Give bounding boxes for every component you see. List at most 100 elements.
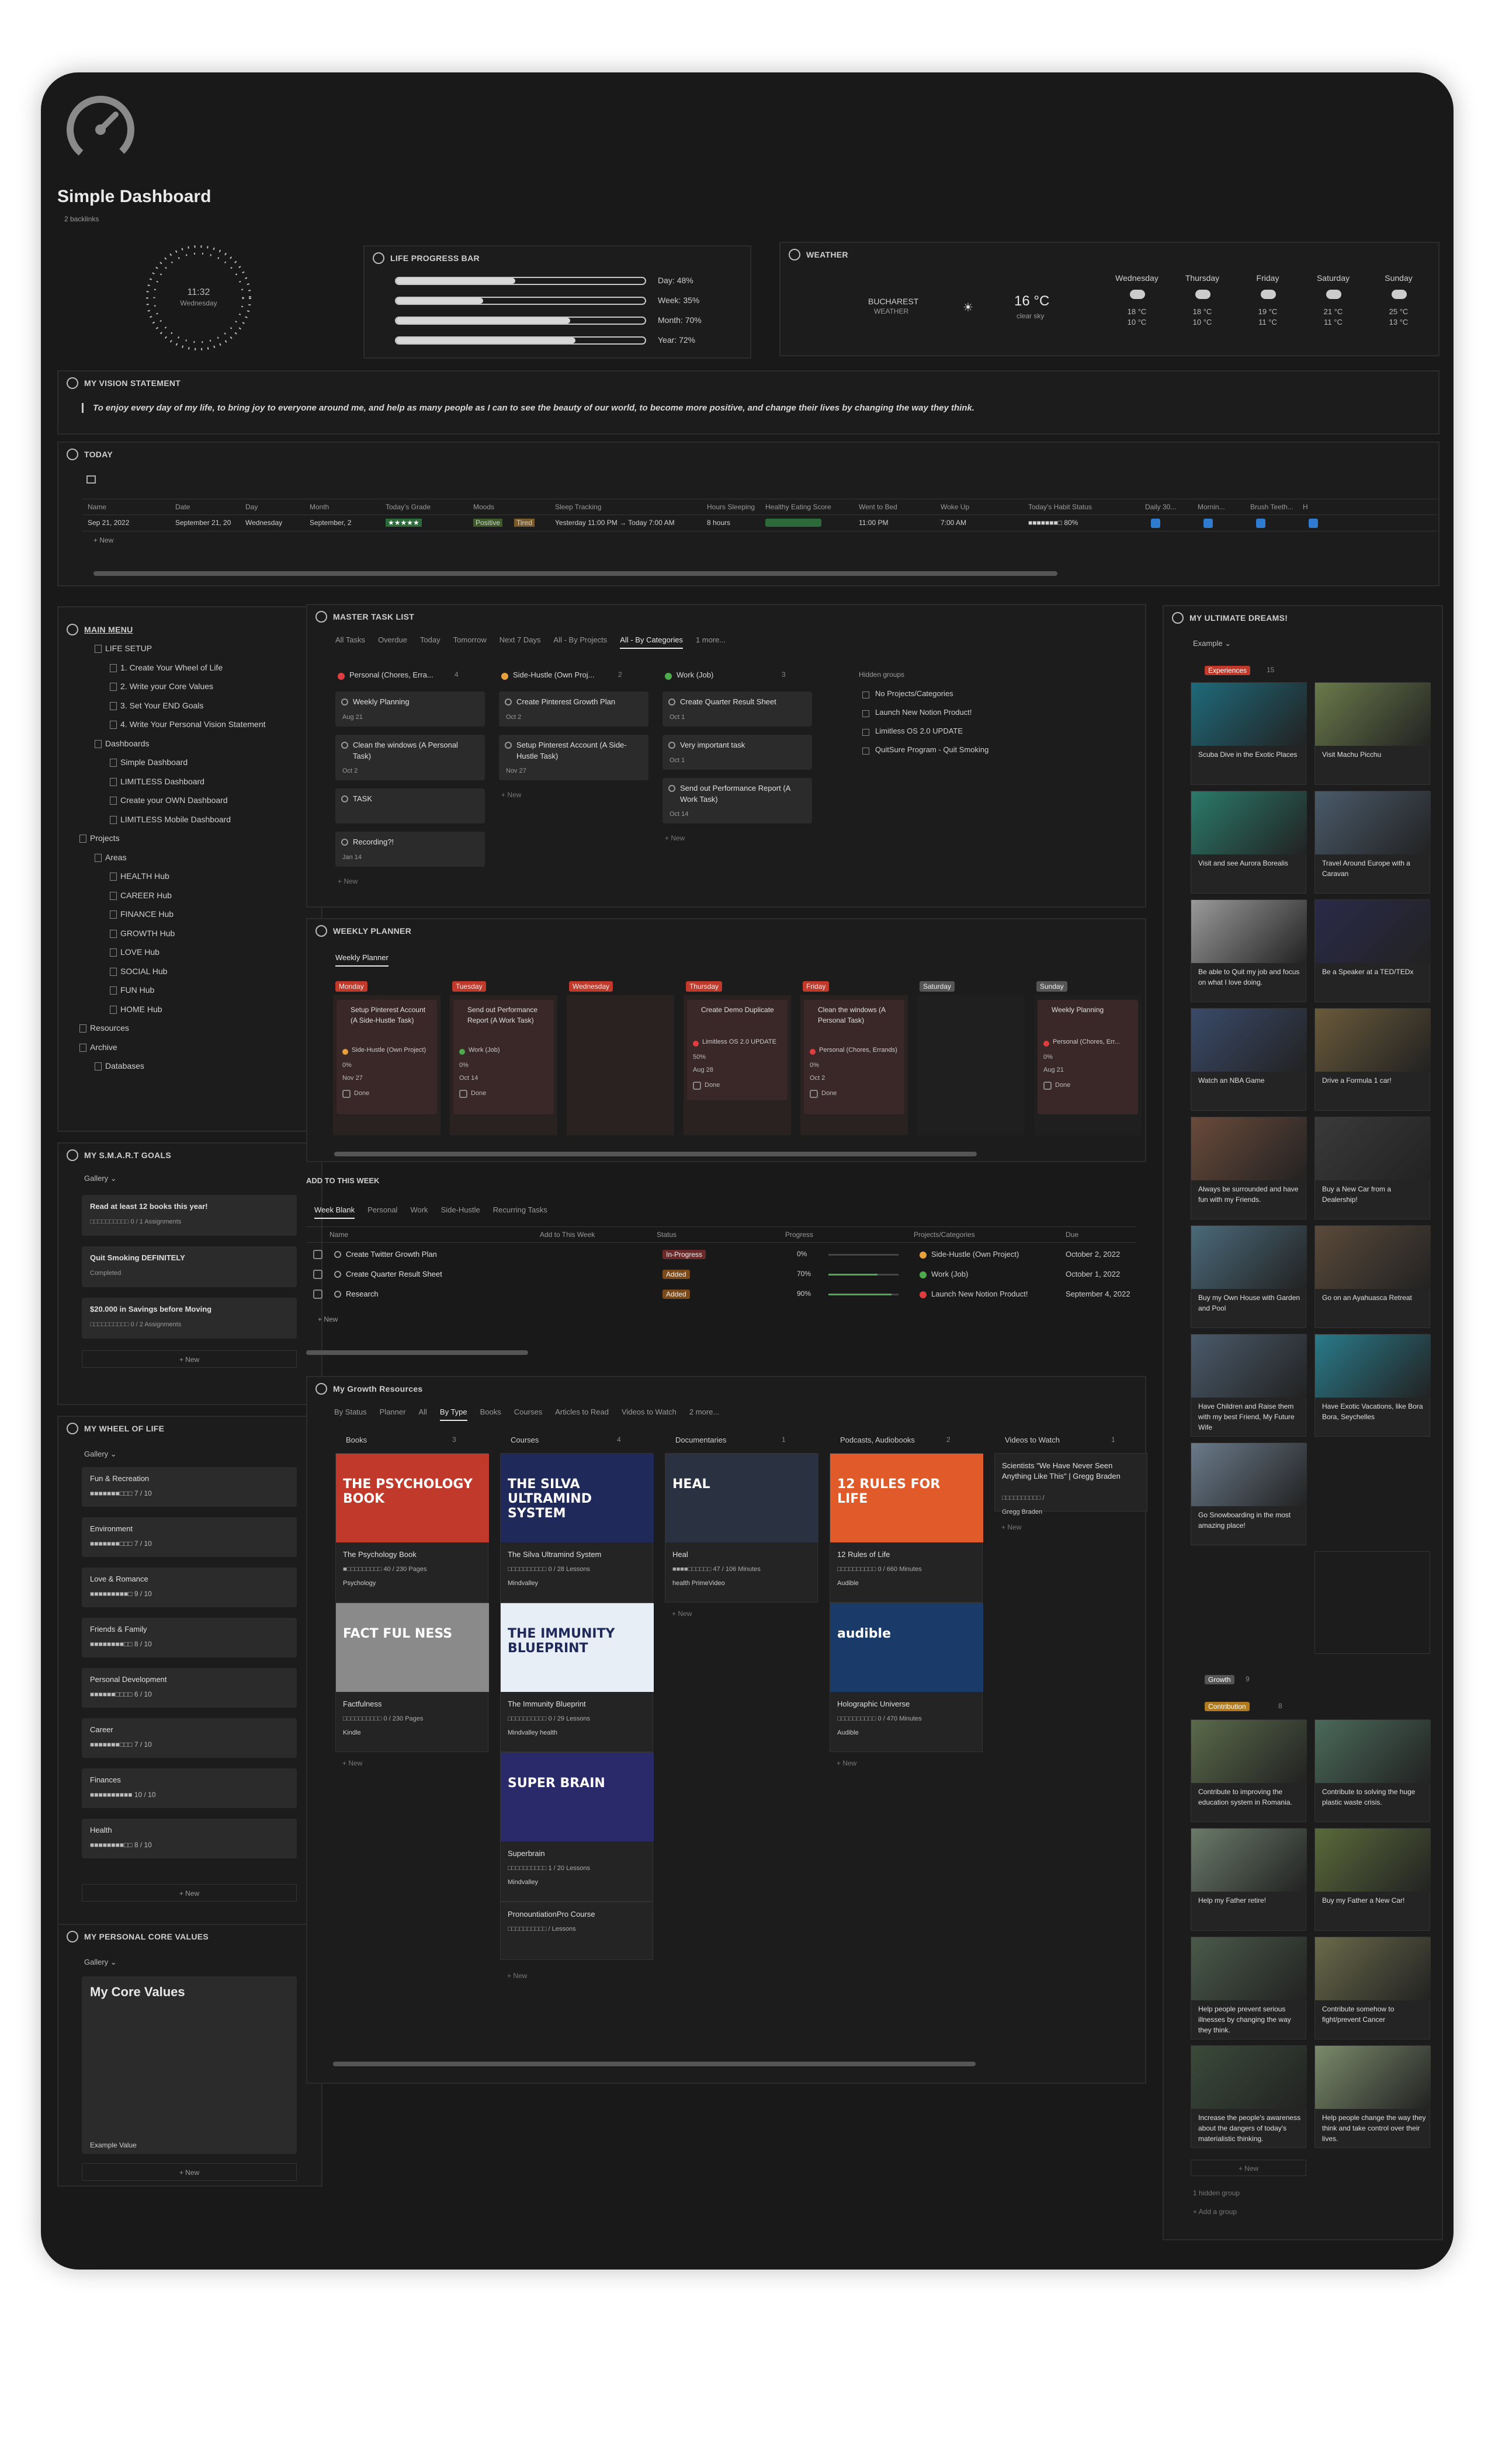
new-task-button[interactable]: + New: [338, 877, 358, 885]
planner-card[interactable]: Weekly Planning Personal (Chores, Err... 0…: [1038, 1000, 1138, 1114]
growth-tab-5[interactable]: Courses: [514, 1407, 542, 1421]
core-values-card[interactable]: My Core Values Example Value: [82, 1976, 297, 2154]
goal-card[interactable]: Read at least 12 books this year! □□□□□□□…: [82, 1195, 297, 1236]
menu-item-2[interactable]: 2. Write your Core Values: [120, 682, 213, 691]
dream-card[interactable]: Help people prevent serious illnesses by…: [1191, 1937, 1307, 2039]
menu-item-12[interactable]: HEALTH Hub: [120, 871, 169, 881]
task-card[interactable]: Recording?! Jan 14: [335, 832, 485, 867]
menu-item-8[interactable]: Create your OWN Dashboard: [120, 795, 228, 805]
menu-item-18[interactable]: FUN Hub: [120, 985, 154, 995]
add-group-button[interactable]: + Add a group: [1193, 2208, 1237, 2216]
group-experiences[interactable]: Experiences: [1205, 666, 1251, 675]
planner-card[interactable]: Create Demo Duplicate Limitless OS 2.0 UP…: [687, 1000, 788, 1100]
hidden-group-label[interactable]: 1 hidden group: [1193, 2189, 1240, 2197]
task-tab-3[interactable]: Tomorrow: [453, 635, 487, 649]
growth-tab-1[interactable]: Planner: [380, 1407, 406, 1421]
week-tab-1[interactable]: Personal: [367, 1205, 397, 1219]
task-tab-5[interactable]: All - By Projects: [554, 635, 608, 649]
dream-card[interactable]: Scuba Dive in the Exotic Places: [1191, 682, 1307, 785]
hidden-group[interactable]: Limitless OS 2.0 UPDATE: [875, 727, 963, 735]
menu-item-5[interactable]: Dashboards: [105, 739, 150, 748]
menu-item-11[interactable]: Areas: [105, 853, 127, 862]
new-resource-button[interactable]: + New: [342, 1759, 362, 1767]
planner-card[interactable]: Clean the windows (A Personal Task) Perso…: [804, 1000, 904, 1114]
resource-card[interactable]: THE IMMUNITY BLUEPRINT The Immunity Bluep…: [500, 1603, 654, 1752]
habit-checkbox[interactable]: [1151, 519, 1160, 528]
new-dream-card[interactable]: [1314, 1551, 1430, 1654]
week-tab-0[interactable]: Week Blank: [314, 1205, 355, 1219]
dream-card[interactable]: Go Snowboarding in the most amazing plac…: [1191, 1443, 1307, 1545]
menu-item-0[interactable]: LIFE SETUP: [105, 644, 152, 653]
wheel-area-card[interactable]: Finances ■■■■■■■■■■ 10 / 10: [82, 1768, 297, 1808]
menu-item-9[interactable]: LIMITLESS Mobile Dashboard: [120, 815, 231, 824]
dream-card[interactable]: Contribute somehow to fight/prevent Canc…: [1314, 1937, 1431, 2039]
planner-card[interactable]: Send out Performance Report (A Work Task…: [453, 1000, 554, 1114]
menu-item-17[interactable]: SOCIAL Hub: [120, 967, 167, 976]
task-card[interactable]: TASK: [335, 788, 485, 823]
wheel-area-card[interactable]: Love & Romance ■■■■■■■■■□ 9 / 10: [82, 1568, 297, 1607]
hidden-group[interactable]: Launch New Notion Product!: [875, 708, 972, 717]
menu-item-19[interactable]: HOME Hub: [120, 1005, 162, 1014]
resource-card[interactable]: SUPER BRAIN Superbrain □□□□□□□□□□ 1 / 20 L…: [500, 1752, 654, 1902]
new-task-button[interactable]: + New: [501, 791, 521, 799]
growth-tab-3[interactable]: By Type: [439, 1407, 467, 1421]
resource-card[interactable]: audible Holographic Universe □□□□□□□□□□ 0 …: [830, 1603, 983, 1752]
gallery-view-tab[interactable]: Gallery ⌄: [84, 1174, 117, 1183]
wheel-area-card[interactable]: Health ■■■■■■■■□□ 8 / 10: [82, 1819, 297, 1858]
dream-card[interactable]: Help people change the way they think an…: [1314, 2045, 1431, 2148]
new-goal-button[interactable]: + New: [82, 1350, 297, 1368]
new-area-button[interactable]: + New: [82, 1884, 297, 1902]
dream-card[interactable]: Drive a Formula 1 car!: [1314, 1008, 1431, 1111]
new-task-button[interactable]: + New: [665, 834, 685, 842]
dream-card[interactable]: Visit and see Aurora Borealis: [1191, 791, 1307, 894]
new-resource-button[interactable]: + New: [507, 1972, 527, 1980]
resource-card[interactable]: THE SILVA ULTRAMIND SYSTEM The Silva Ultr…: [500, 1453, 654, 1603]
new-resource-button[interactable]: + New: [837, 1759, 856, 1767]
dream-card[interactable]: Contribute to solving the huge plastic w…: [1314, 1719, 1431, 1822]
example-view-tab[interactable]: Example ⌄: [1193, 639, 1231, 648]
task-card[interactable]: Weekly Planning Aug 21: [335, 691, 485, 727]
dream-card[interactable]: Always be surrounded and have fun with m…: [1191, 1117, 1307, 1219]
resource-card[interactable]: 12 RULES FOR LIFE 12 Rules of Life □□□□□□□…: [830, 1453, 983, 1603]
group-contribution[interactable]: Contribution: [1205, 1702, 1250, 1711]
resource-card[interactable]: FACT FUL NESS Factfulness □□□□□□□□□□ 0 / 2…: [335, 1603, 489, 1752]
hidden-group[interactable]: QuitSure Program - Quit Smoking: [875, 745, 988, 754]
task-tab-2[interactable]: Today: [420, 635, 440, 649]
done-checkbox[interactable]: [342, 1090, 351, 1098]
task-tab-7[interactable]: 1 more...: [696, 635, 726, 649]
wheel-area-card[interactable]: Personal Development ■■■■■■□□□□ 6 / 10: [82, 1668, 297, 1708]
planner-card[interactable]: Setup Pinterest Account (A Side-Hustle T…: [337, 1000, 437, 1114]
habit-checkbox[interactable]: [1309, 519, 1318, 528]
dream-card[interactable]: Buy a New Car from a Dealership!: [1314, 1117, 1431, 1219]
new-dream-button[interactable]: + New: [1191, 2160, 1306, 2176]
resource-card[interactable]: THE PSYCHOLOGY BOOK The Psychology Book ■□…: [335, 1453, 489, 1603]
menu-item-21[interactable]: Archive: [90, 1042, 117, 1052]
dream-card[interactable]: Watch an NBA Game: [1191, 1008, 1307, 1111]
task-card[interactable]: Create Quarter Result Sheet Oct 1: [662, 691, 812, 727]
dream-card[interactable]: Contribute to improving the education sy…: [1191, 1719, 1307, 1822]
menu-item-10[interactable]: Projects: [90, 833, 120, 843]
task-name[interactable]: Create Twitter Growth Plan: [346, 1250, 437, 1259]
task-card[interactable]: Send out Performance Report (A Work Task…: [662, 778, 812, 823]
wheel-area-card[interactable]: Fun & Recreation ■■■■■■■□□□ 7 / 10: [82, 1467, 297, 1507]
new-resource-button[interactable]: + New: [672, 1610, 692, 1618]
goal-card[interactable]: $20.000 in Savings before Moving □□□□□□□□…: [82, 1298, 297, 1339]
menu-item-3[interactable]: 3. Set Your END Goals: [120, 701, 203, 710]
done-checkbox[interactable]: [693, 1082, 701, 1090]
menu-item-6[interactable]: Simple Dashboard: [120, 757, 188, 767]
task-card[interactable]: Very important task Oct 1: [662, 735, 812, 770]
menu-item-20[interactable]: Resources: [90, 1023, 129, 1033]
dream-card[interactable]: Buy my Own House with Garden and Pool: [1191, 1225, 1307, 1328]
task-tab-1[interactable]: Overdue: [378, 635, 407, 649]
growth-tab-8[interactable]: 2 more...: [689, 1407, 719, 1421]
growth-tab-7[interactable]: Videos to Watch: [622, 1407, 677, 1421]
group-growth[interactable]: Growth: [1205, 1675, 1234, 1684]
new-row-button[interactable]: + New: [93, 536, 113, 544]
growth-tab-2[interactable]: All: [418, 1407, 426, 1421]
add-checkbox[interactable]: [313, 1250, 322, 1259]
resource-card[interactable]: Scientists "We Have Never Seen Anything …: [994, 1453, 1147, 1516]
dream-card[interactable]: Have Exotic Vacations, like Bora Bora, S…: [1314, 1334, 1431, 1437]
horizontal-scrollbar[interactable]: [334, 1152, 977, 1156]
week-tab-4[interactable]: Recurring Tasks: [493, 1205, 547, 1219]
menu-item-22[interactable]: Databases: [105, 1061, 144, 1071]
